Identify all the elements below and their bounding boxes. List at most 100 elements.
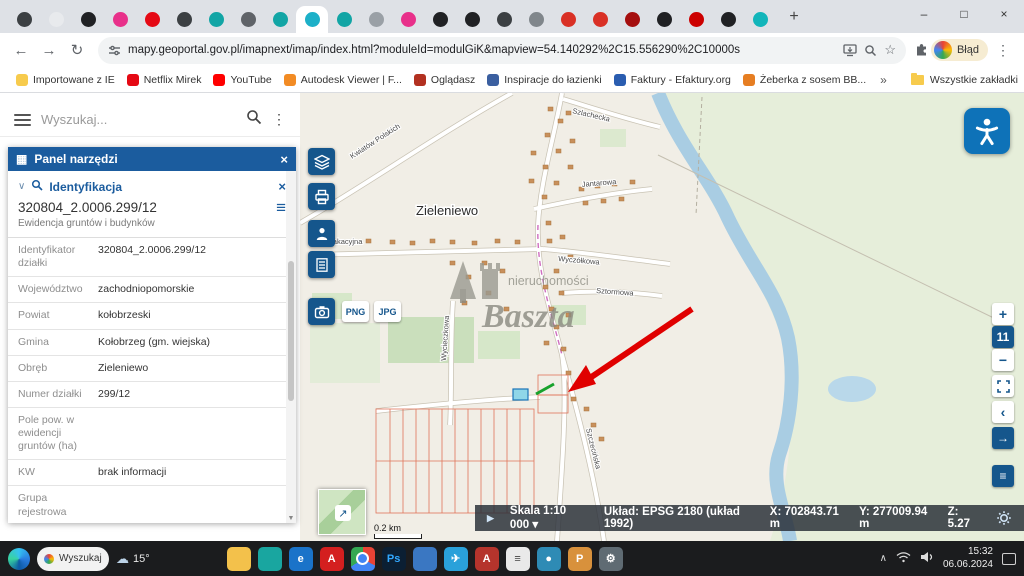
browser-tab[interactable] [232,6,264,33]
search-input[interactable] [41,112,236,127]
identify-person-button[interactable] [308,220,335,247]
lens-search-icon[interactable] [864,44,877,57]
search-icon[interactable] [246,109,262,130]
export-jpg-button[interactable]: JPG [374,301,401,322]
zoom-in-button[interactable]: + [992,303,1014,325]
bookmarks-overflow-chevron[interactable]: » [872,73,895,87]
taskbar-app-icon[interactable]: P [568,547,592,571]
identification-section[interactable]: ∨ Identyfikacja × [8,171,296,198]
selected-parcel[interactable] [513,389,528,400]
bookmark-item[interactable]: Autodesk Viewer | F... [278,72,408,88]
taskbar-app-icon[interactable] [227,547,251,571]
print-button[interactable] [308,183,335,210]
next-view-button[interactable]: → [992,427,1014,449]
taskbar-app-icon[interactable]: ⚙ [599,547,623,571]
browser-tab[interactable] [712,6,744,33]
taskbar-app-icon[interactable] [351,547,375,571]
edge-taskbar-icon[interactable] [8,548,30,570]
profile-chip[interactable]: Błąd [931,39,988,61]
legend-button[interactable] [308,251,335,278]
taskbar-app-icon[interactable]: ● [537,547,561,571]
notification-center-icon[interactable] [1002,553,1016,565]
volume-icon[interactable] [920,550,934,568]
back-icon[interactable]: ← [8,37,34,63]
taskbar-app-icon[interactable]: ✈ [444,547,468,571]
site-settings-icon[interactable] [108,44,121,57]
scrollbar-thumb[interactable] [288,261,294,401]
panel-close-icon[interactable]: × [280,152,288,167]
browser-tab[interactable] [616,6,648,33]
taskbar-app-icon[interactable]: e [289,547,313,571]
bookmark-star-icon[interactable]: ☆ [884,42,896,58]
install-icon[interactable] [843,44,857,57]
browser-tab[interactable] [520,6,552,33]
taskbar-app-icon[interactable]: Ps [382,547,406,571]
browser-tab[interactable] [168,6,200,33]
taskbar-search[interactable]: Wyszukaj [37,547,109,571]
reload-icon[interactable]: ↻ [64,37,90,63]
bookmark-item[interactable]: Importowane z IE [10,72,121,88]
browser-tab[interactable] [296,6,328,33]
minimize-button[interactable]: – [904,0,944,28]
all-bookmarks-button[interactable]: Wszystkie zakładki [911,74,1022,86]
browser-tab[interactable] [488,6,520,33]
chevron-down-icon[interactable]: ∨ [18,181,25,192]
maximize-button[interactable]: □ [944,0,984,28]
bookmark-item[interactable]: Inspiracje do łazienki [481,72,607,88]
browser-tab[interactable] [456,6,488,33]
browser-tab[interactable] [424,6,456,33]
map-canvas[interactable]: nieruchomości Baszta Kwiatów Polskich Sz… [300,93,1024,541]
browser-tab[interactable] [136,6,168,33]
taskbar-app-icon[interactable]: A [475,547,499,571]
forward-icon[interactable]: → [36,37,62,63]
browser-tab[interactable] [8,6,40,33]
taskbar-app-icon[interactable] [258,547,282,571]
tray-chevron-icon[interactable]: ∧ [880,553,887,564]
bookmark-item[interactable]: Oglądasz [408,72,481,88]
browser-tab[interactable] [552,6,584,33]
browser-tab[interactable] [680,6,712,33]
status-settings-gear-icon[interactable] [996,510,1012,526]
browser-tab[interactable] [392,6,424,33]
accessibility-button[interactable] [964,108,1010,154]
taskbar-weather[interactable]: ☁ 15° [116,551,150,567]
address-bar[interactable]: mapy.geoportal.gov.pl/imapnext/imap/inde… [98,37,906,64]
browser-tab[interactable] [744,6,776,33]
bookmark-item[interactable]: Faktury - Efaktury.org [608,72,737,88]
taskbar-app-icon[interactable]: A [320,547,344,571]
minimap-expand-icon[interactable]: ↗ [335,505,351,521]
parcel-menu-icon[interactable]: ≡ [276,199,286,216]
browser-tab[interactable] [40,6,72,33]
browser-tab[interactable] [264,6,296,33]
bookmark-item[interactable]: Netflix Mirek [121,72,208,88]
export-png-button[interactable]: PNG [342,301,369,322]
taskbar-app-icon[interactable] [413,547,437,571]
taskbar-app-icon[interactable]: ≡ [506,547,530,571]
browser-tab[interactable] [104,6,136,33]
browser-menu-icon[interactable]: ⋮ [990,42,1016,59]
browser-tab[interactable] [328,6,360,33]
taskbar-clock[interactable]: 15:32 06.06.2024 [943,546,993,571]
fullscreen-button[interactable] [992,375,1014,397]
menu-hamburger-icon[interactable] [14,114,31,126]
wifi-icon[interactable] [896,550,911,568]
scale-dropdown[interactable]: Skala 1:10 000 ▾ [510,505,588,531]
map-viewport[interactable]: nieruchomości Baszta Kwiatów Polskich Sz… [300,93,1024,541]
extensions-puzzle-icon[interactable] [914,43,929,58]
bookmark-item[interactable]: Żeberka z sosem BB... [737,72,872,88]
overview-minimap[interactable]: ↗ [318,489,366,535]
identification-close-icon[interactable]: × [278,179,286,194]
tools-panel-header[interactable]: ▦ Panel narzędzi × [8,147,296,171]
browser-tab[interactable] [200,6,232,33]
previous-view-button[interactable]: ‹ [992,401,1014,423]
browser-tab[interactable] [584,6,616,33]
layers-button[interactable] [308,148,335,175]
search-options-icon[interactable]: ⋮ [272,111,286,128]
browser-tab[interactable] [648,6,680,33]
scroll-down-icon[interactable]: ▼ [286,515,296,522]
bookmark-item[interactable]: YouTube [207,72,277,88]
browser-tab[interactable] [360,6,392,33]
close-button[interactable]: × [984,0,1024,28]
panel-scrollbar[interactable]: ▼ [286,171,296,523]
map-contents-button[interactable]: ≡ [992,465,1014,487]
